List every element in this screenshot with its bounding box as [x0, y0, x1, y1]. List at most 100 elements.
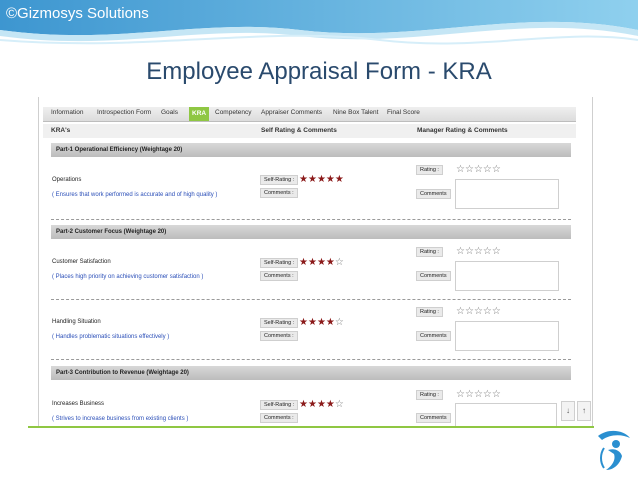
tab-introspection-form[interactable]: Introspection Form [97, 109, 151, 116]
kra-name: Increases Business [52, 401, 105, 407]
star-empty-icon[interactable]: ☆ [474, 306, 483, 317]
star-empty-icon[interactable]: ☆ [483, 306, 492, 317]
kra-name: Customer Satisfaction [52, 259, 111, 265]
tab-competency[interactable]: Competency [215, 109, 252, 116]
star-empty-icon[interactable]: ☆ [483, 389, 492, 400]
star-empty-icon[interactable]: ☆ [474, 164, 483, 175]
star-empty-icon[interactable]: ☆ [456, 389, 465, 400]
self-comments-label: Comments : [260, 413, 298, 423]
manager-rating-label: Rating : [416, 247, 443, 257]
manager-comments-input[interactable] [455, 179, 559, 209]
star-empty-icon[interactable]: ☆ [465, 246, 474, 257]
manager-comments-input[interactable] [455, 261, 559, 291]
self-rating-stars[interactable]: ★★★★☆ [299, 258, 344, 268]
tab-bar: Information Introspection Form Goals KRA… [43, 107, 576, 122]
star-empty-icon[interactable]: ☆ [335, 257, 344, 268]
manager-comments-label: Comments [416, 413, 451, 423]
self-rating-label: Self-Rating : [260, 318, 299, 328]
star-empty-icon[interactable]: ☆ [474, 389, 483, 400]
manager-comments-input[interactable] [455, 403, 557, 427]
part-heading: Part-1 Operational Efficiency (Weightage… [51, 143, 571, 157]
star-empty-icon[interactable]: ☆ [492, 164, 501, 175]
star-filled-icon[interactable]: ★ [299, 317, 308, 328]
manager-comments-label: Comments [416, 331, 451, 341]
kra-description: ( Handles problematic situations effecti… [52, 334, 170, 340]
self-rating-stars[interactable]: ★★★★☆ [299, 318, 344, 328]
star-filled-icon[interactable]: ★ [308, 317, 317, 328]
column-header-row: KRA's Self Rating & Comments Manager Rat… [43, 124, 576, 138]
star-filled-icon[interactable]: ★ [317, 317, 326, 328]
star-filled-icon[interactable]: ★ [326, 174, 335, 185]
kra-name: Handling Situation [52, 319, 101, 325]
star-empty-icon[interactable]: ☆ [465, 164, 474, 175]
manager-rating-stars[interactable]: ☆☆☆☆☆ [456, 390, 501, 400]
part-heading: Part-2 Customer Focus (Weightage 20) [51, 225, 571, 239]
tab-appraiser-comments[interactable]: Appraiser Comments [261, 109, 322, 116]
tab-goals[interactable]: Goals [161, 109, 178, 116]
star-empty-icon[interactable]: ☆ [465, 306, 474, 317]
kra-name: Operations [52, 177, 82, 183]
section-divider [51, 299, 571, 300]
gizmosys-logo [598, 430, 630, 470]
star-empty-icon[interactable]: ☆ [456, 246, 465, 257]
footer-rule [28, 426, 594, 428]
star-empty-icon[interactable]: ☆ [483, 246, 492, 257]
arrow-up-icon[interactable]: ↑ [577, 401, 591, 421]
kra-description: ( Ensures that work performed is accurat… [52, 192, 218, 198]
tab-final-score[interactable]: Final Score [387, 109, 420, 116]
star-filled-icon[interactable]: ★ [317, 399, 326, 410]
star-filled-icon[interactable]: ★ [326, 399, 335, 410]
star-filled-icon[interactable]: ★ [308, 399, 317, 410]
star-filled-icon[interactable]: ★ [299, 399, 308, 410]
star-empty-icon[interactable]: ☆ [492, 389, 501, 400]
star-filled-icon[interactable]: ★ [299, 174, 308, 185]
star-empty-icon[interactable]: ☆ [474, 246, 483, 257]
tab-information[interactable]: Information [51, 109, 84, 116]
self-rating-label: Self-Rating : [260, 175, 299, 185]
self-rating-label: Self-Rating : [260, 258, 299, 268]
manager-rating-stars[interactable]: ☆☆☆☆☆ [456, 165, 501, 175]
manager-comments-input[interactable] [455, 321, 559, 351]
column-self-rating: Self Rating & Comments [261, 127, 337, 134]
self-rating-stars[interactable]: ★★★★☆ [299, 400, 344, 410]
column-kra: KRA's [51, 127, 71, 134]
star-filled-icon[interactable]: ★ [326, 257, 335, 268]
star-empty-icon[interactable]: ☆ [465, 389, 474, 400]
star-filled-icon[interactable]: ★ [335, 174, 344, 185]
kra-description: ( Strives to increase business from exis… [52, 416, 189, 422]
self-rating-label: Self-Rating : [260, 400, 299, 410]
tab-nine-box-talent[interactable]: Nine Box Talent [333, 109, 378, 116]
manager-rating-label: Rating : [416, 307, 443, 317]
star-filled-icon[interactable]: ★ [308, 174, 317, 185]
star-empty-icon[interactable]: ☆ [335, 399, 344, 410]
header-band: ©Gizmosys Solutions [0, 0, 638, 52]
manager-rating-label: Rating : [416, 390, 443, 400]
page-title: Employee Appraisal Form - KRA [146, 58, 492, 85]
star-empty-icon[interactable]: ☆ [335, 317, 344, 328]
star-empty-icon[interactable]: ☆ [492, 306, 501, 317]
self-comments-label: Comments : [260, 188, 298, 198]
self-rating-stars[interactable]: ★★★★★ [299, 175, 344, 185]
manager-rating-stars[interactable]: ☆☆☆☆☆ [456, 307, 501, 317]
star-filled-icon[interactable]: ★ [299, 257, 308, 268]
part-heading: Part-3 Contribution to Revenue (Weightag… [51, 366, 571, 380]
star-filled-icon[interactable]: ★ [326, 317, 335, 328]
arrow-down-icon[interactable]: ↓ [561, 401, 575, 421]
star-empty-icon[interactable]: ☆ [456, 306, 465, 317]
section-divider [51, 359, 571, 360]
star-empty-icon[interactable]: ☆ [483, 164, 492, 175]
manager-comments-label: Comments [416, 189, 451, 199]
manager-rating-label: Rating : [416, 165, 443, 175]
tab-kra[interactable]: KRA [189, 107, 210, 121]
star-empty-icon[interactable]: ☆ [492, 246, 501, 257]
column-manager-rating: Manager Rating & Comments [417, 127, 508, 134]
section-divider [51, 219, 571, 220]
star-filled-icon[interactable]: ★ [317, 257, 326, 268]
manager-comments-label: Comments [416, 271, 451, 281]
copyright-text: ©Gizmosys Solutions [6, 5, 149, 22]
star-filled-icon[interactable]: ★ [308, 257, 317, 268]
star-filled-icon[interactable]: ★ [317, 174, 326, 185]
star-empty-icon[interactable]: ☆ [456, 164, 465, 175]
self-comments-label: Comments : [260, 271, 298, 281]
manager-rating-stars[interactable]: ☆☆☆☆☆ [456, 247, 501, 257]
